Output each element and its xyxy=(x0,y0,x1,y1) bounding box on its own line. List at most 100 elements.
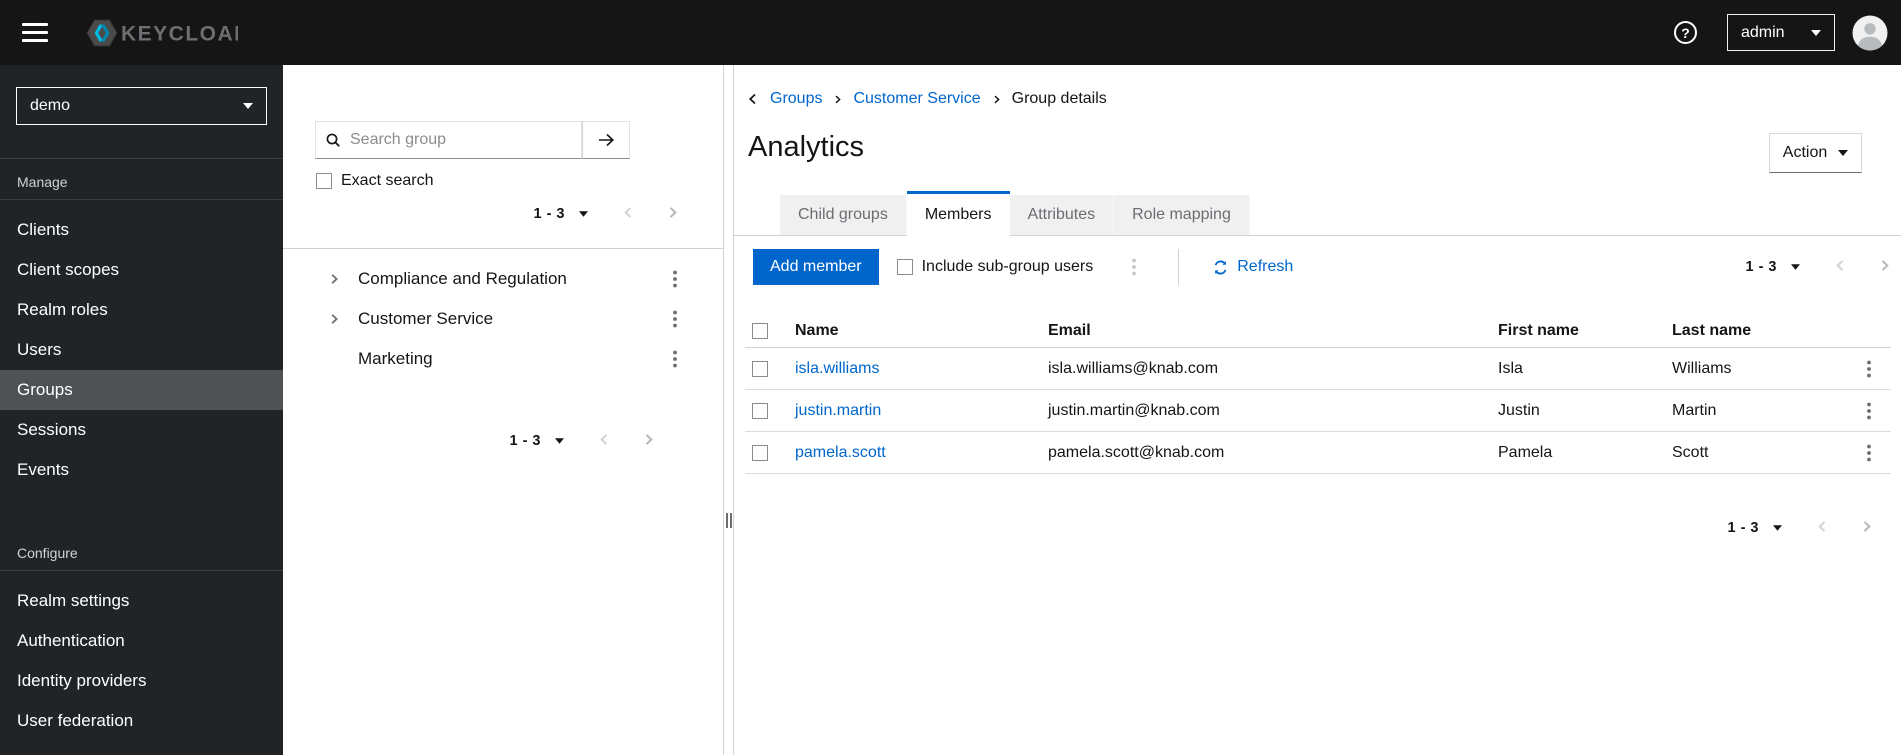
row-checkbox[interactable] xyxy=(752,444,768,461)
sidebar-item-user-federation[interactable]: User federation xyxy=(0,701,283,741)
ellipsis-v-icon xyxy=(1867,402,1871,419)
pagination-next-button[interactable] xyxy=(1878,259,1891,275)
panel-resize-splitter[interactable] xyxy=(723,65,734,755)
row-checkbox[interactable] xyxy=(752,360,768,377)
tab-role-mapping[interactable]: Role mapping xyxy=(1114,195,1250,235)
column-header-name: Name xyxy=(795,322,839,339)
breadcrumb-separator-icon xyxy=(833,94,842,105)
member-username-link[interactable]: pamela.scott xyxy=(795,444,886,461)
search-submit-button[interactable] xyxy=(582,121,630,159)
caret-down-icon xyxy=(243,103,253,109)
row-kebab-menu[interactable] xyxy=(1861,358,1877,380)
action-dropdown-button[interactable]: Action xyxy=(1769,133,1862,173)
expand-chevron-icon[interactable] xyxy=(328,273,358,285)
pagination-range-toggle[interactable]: 1 - 3 xyxy=(509,433,564,449)
kebab-menu[interactable] xyxy=(667,348,683,370)
pagination-next-button[interactable] xyxy=(666,206,679,222)
hamburger-menu-icon[interactable] xyxy=(22,23,48,42)
row-checkbox[interactable] xyxy=(752,402,768,419)
member-last-name: Williams xyxy=(1672,359,1732,377)
tree-pagination-bottom: 1 - 3 xyxy=(283,429,723,453)
keycloak-admin-console: KEYCLOAK ? admin demo Manage Clients Cli xyxy=(0,0,1901,755)
breadcrumb-back-button[interactable] xyxy=(747,92,759,106)
pagination-prev-button[interactable] xyxy=(622,206,635,222)
sidebar-item-users[interactable]: Users xyxy=(0,330,283,370)
pagination-prev-button[interactable] xyxy=(598,433,611,449)
kebab-menu[interactable] xyxy=(667,308,683,330)
exact-search-label: Exact search xyxy=(341,172,434,189)
chevron-left-icon xyxy=(748,93,756,105)
sidebar-item-groups[interactable]: Groups xyxy=(0,370,283,410)
pagination-range: 1 - 3 xyxy=(509,433,541,449)
sidebar-item-sessions[interactable]: Sessions xyxy=(0,410,283,450)
sidebar-item-realm-settings[interactable]: Realm settings xyxy=(0,581,283,621)
chevron-right-icon xyxy=(1881,260,1889,271)
add-member-button[interactable]: Add member xyxy=(753,249,879,285)
include-subgroups-checkbox[interactable] xyxy=(896,259,913,275)
ellipsis-v-icon xyxy=(1867,444,1871,461)
refresh-label: Refresh xyxy=(1237,258,1294,275)
caret-down-icon xyxy=(1773,525,1782,531)
help-icon[interactable]: ? xyxy=(1674,21,1697,44)
tab-child-groups[interactable]: Child groups xyxy=(780,195,907,235)
group-tree-item: Marketing xyxy=(283,339,723,379)
column-header-email: Email xyxy=(1048,322,1091,339)
pagination-prev-button[interactable] xyxy=(1834,259,1847,275)
group-name[interactable]: Customer Service xyxy=(358,309,667,329)
kebab-menu[interactable] xyxy=(667,268,683,290)
realm-selector-dropdown[interactable]: demo xyxy=(16,87,267,125)
member-email: pamela.scott@knab.com xyxy=(1048,443,1225,461)
expand-chevron-icon[interactable] xyxy=(328,313,358,325)
pagination-range: 1 - 3 xyxy=(533,206,565,222)
toolbar-kebab-menu[interactable] xyxy=(1126,256,1142,278)
pagination-next-button[interactable] xyxy=(1860,520,1873,536)
sidebar-item-clients[interactable]: Clients xyxy=(0,210,283,250)
caret-down-icon xyxy=(1791,264,1800,270)
pagination-range: 1 - 3 xyxy=(1745,259,1777,275)
tab-members[interactable]: Members xyxy=(906,191,1010,236)
member-username-link[interactable]: isla.williams xyxy=(795,360,879,377)
sidebar-item-authentication[interactable]: Authentication xyxy=(0,621,283,661)
group-name[interactable]: Marketing xyxy=(358,349,667,369)
sidebar-item-identity-providers[interactable]: Identity providers xyxy=(0,661,283,701)
exact-search-row: Exact search xyxy=(316,172,723,190)
member-last-name: Martin xyxy=(1672,401,1717,419)
sidebar-item-events[interactable]: Events xyxy=(0,450,283,490)
exact-search-checkbox[interactable] xyxy=(316,173,332,189)
ellipsis-v-icon xyxy=(1132,258,1137,276)
group-name[interactable]: Compliance and Regulation xyxy=(358,269,667,289)
breadcrumb-link-groups[interactable]: Groups xyxy=(770,90,822,108)
ellipsis-v-icon xyxy=(673,270,677,288)
pagination-range-toggle[interactable]: 1 - 3 xyxy=(533,206,588,222)
chevron-left-icon xyxy=(600,434,608,445)
user-menu-dropdown[interactable]: admin xyxy=(1727,14,1835,51)
arrow-right-icon xyxy=(598,133,614,147)
chevron-right-icon xyxy=(1863,521,1871,532)
breadcrumb-link-customer-service[interactable]: Customer Service xyxy=(853,90,980,108)
breadcrumb: Groups Customer Service Group details xyxy=(747,90,1107,108)
pagination-next-button[interactable] xyxy=(642,433,655,449)
column-header-last-name: Last name xyxy=(1672,322,1752,339)
tab-attributes[interactable]: Attributes xyxy=(1009,195,1115,235)
user-menu-label: admin xyxy=(1741,23,1785,41)
group-search-input[interactable] xyxy=(315,121,582,159)
select-all-checkbox[interactable] xyxy=(752,323,768,339)
sidebar-item-realm-roles[interactable]: Realm roles xyxy=(0,290,283,330)
sidebar-configure-list: Realm settings Authentication Identity p… xyxy=(0,581,283,741)
group-search-group xyxy=(315,121,630,159)
user-avatar[interactable] xyxy=(1852,15,1888,51)
pagination-range-toggle[interactable]: 1 - 3 xyxy=(1745,259,1800,275)
table-row: isla.williams isla.williams@knab.com Isl… xyxy=(745,348,1891,390)
breadcrumb-separator-icon xyxy=(992,94,1001,105)
caret-down-icon xyxy=(579,211,588,217)
row-kebab-menu[interactable] xyxy=(1861,400,1877,422)
keycloak-logo-icon: KEYCLOAK xyxy=(86,19,238,46)
refresh-button[interactable]: Refresh xyxy=(1213,258,1293,276)
pagination-prev-button[interactable] xyxy=(1816,520,1829,536)
sidebar-item-client-scopes[interactable]: Client scopes xyxy=(0,250,283,290)
row-kebab-menu[interactable] xyxy=(1861,442,1877,464)
pagination-range-toggle[interactable]: 1 - 3 xyxy=(1727,520,1782,536)
member-last-name: Scott xyxy=(1672,443,1709,461)
member-username-link[interactable]: justin.martin xyxy=(795,402,881,419)
chevron-left-icon xyxy=(624,207,632,218)
